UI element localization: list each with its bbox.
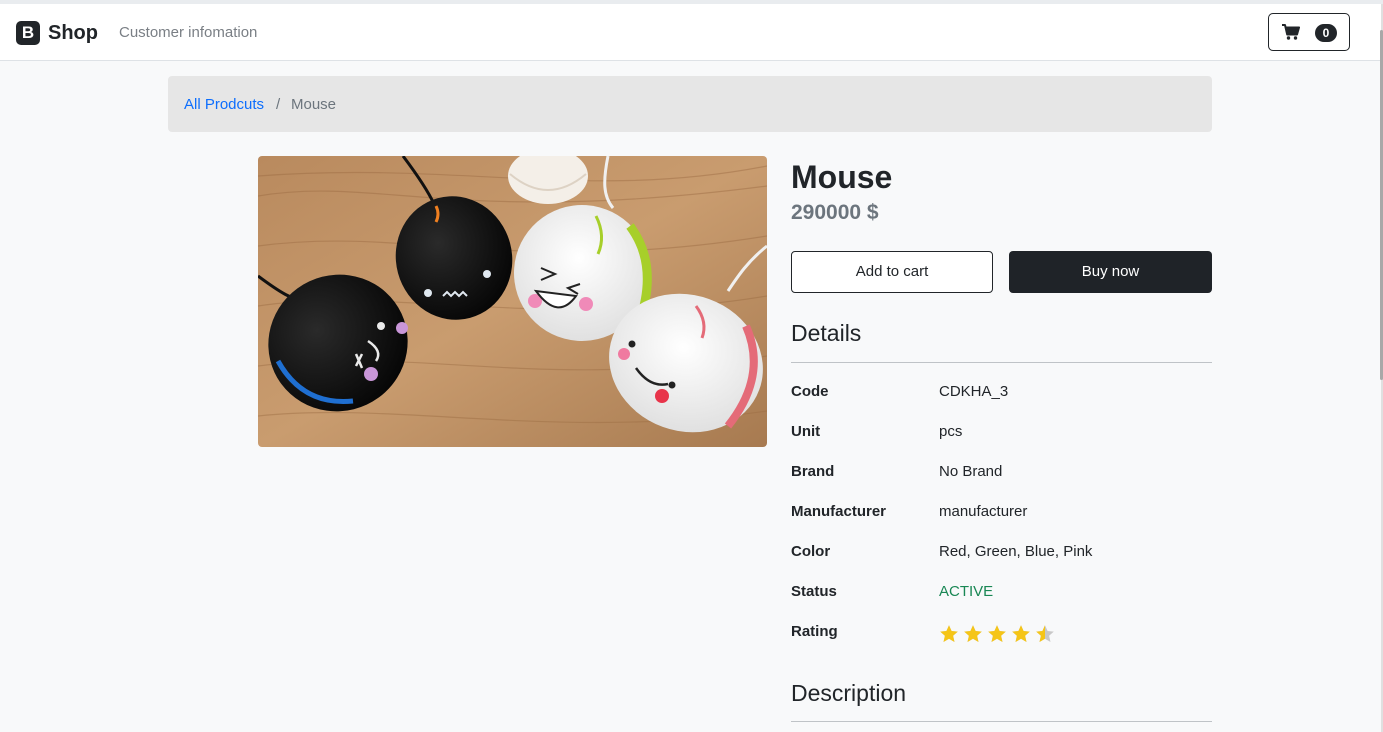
breadcrumb-current: Mouse bbox=[291, 96, 337, 113]
detail-label-color: Color bbox=[791, 543, 831, 560]
add-to-cart-button[interactable]: Add to cart bbox=[791, 251, 993, 293]
details-heading: Details bbox=[791, 320, 862, 346]
star-icon bbox=[1012, 625, 1030, 642]
rating-stars bbox=[939, 624, 1059, 644]
buy-now-button[interactable]: Buy now bbox=[1009, 251, 1212, 293]
detail-label-status: Status bbox=[791, 583, 837, 600]
brand-name[interactable]: Shop bbox=[48, 21, 98, 45]
navbar: B Shop Customer infomation 0 bbox=[0, 4, 1381, 61]
detail-label-brand: Brand bbox=[791, 463, 835, 480]
breadcrumb-separator: / bbox=[276, 96, 281, 113]
description-heading: Description bbox=[791, 680, 907, 706]
detail-label-code: Code bbox=[791, 383, 829, 400]
detail-value-manufacturer: manufacturer bbox=[939, 503, 1028, 520]
breadcrumb: All Prodcuts / Mouse bbox=[168, 76, 1212, 132]
star-icon bbox=[988, 625, 1006, 642]
detail-label-manufacturer: Manufacturer bbox=[791, 503, 887, 520]
detail-value-color: Red, Green, Blue, Pink bbox=[939, 543, 1093, 560]
detail-label-rating: Rating bbox=[791, 623, 838, 640]
detail-value-unit: pcs bbox=[939, 423, 963, 440]
cart-icon bbox=[1282, 24, 1300, 40]
page: B Shop Customer infomation 0 All Prodcut… bbox=[0, 0, 1383, 732]
breadcrumb-all-products-link[interactable]: All Prodcuts bbox=[184, 95, 264, 115]
description-divider bbox=[791, 721, 1212, 722]
star-icon bbox=[940, 625, 958, 642]
brand-logo-icon[interactable]: B bbox=[16, 21, 40, 45]
star-icon bbox=[964, 625, 982, 642]
product-title: Mouse bbox=[791, 159, 893, 195]
details-divider bbox=[791, 362, 1212, 363]
detail-value-code: CDKHA_3 bbox=[939, 383, 1009, 400]
product-photo bbox=[258, 156, 767, 447]
cart-count-badge: 0 bbox=[1315, 24, 1337, 42]
star-half-icon bbox=[1036, 625, 1054, 642]
product-image bbox=[258, 156, 767, 447]
cart-button[interactable]: 0 bbox=[1268, 13, 1350, 51]
detail-value-brand: No Brand bbox=[939, 463, 1003, 480]
detail-label-unit: Unit bbox=[791, 423, 821, 440]
nav-link-customer-information[interactable]: Customer infomation bbox=[119, 23, 257, 43]
product-price: 290000 $ bbox=[791, 201, 879, 224]
status-badge: ACTIVE bbox=[939, 583, 994, 600]
